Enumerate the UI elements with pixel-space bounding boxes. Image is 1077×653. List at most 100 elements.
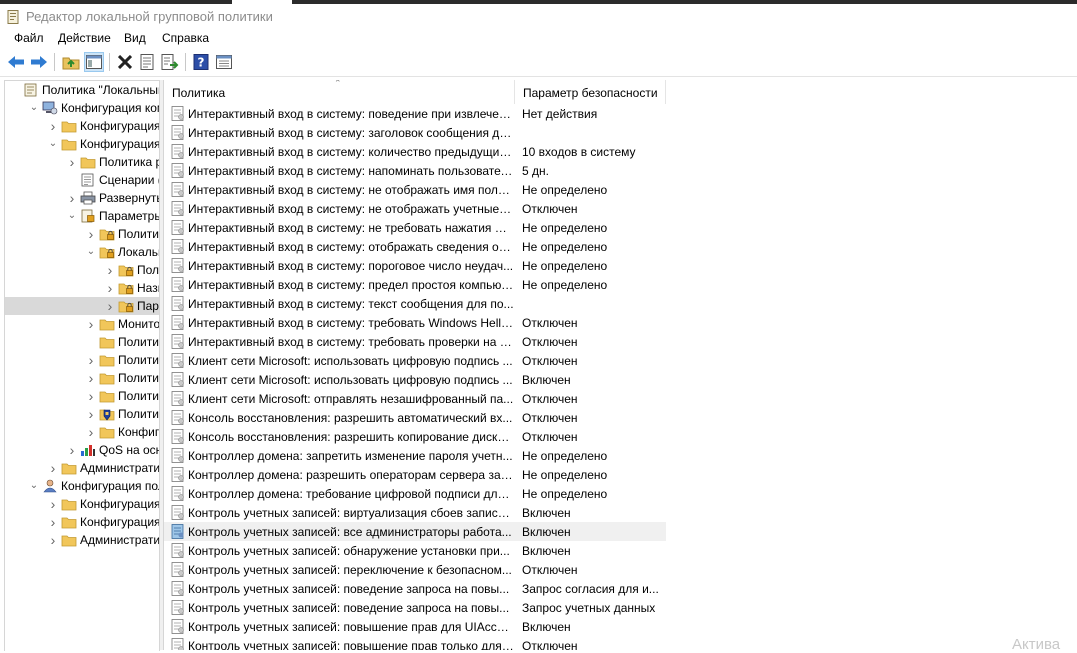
tree-item[interactable]: › QoS на основ [5,441,159,459]
expand-chevron-icon[interactable]: › [85,225,97,243]
tree-item[interactable]: ⌄ Локальны [5,243,159,261]
tree-item[interactable]: › Полит [5,261,159,279]
policy-row[interactable]: Контроль учетных записей: переключение к… [164,560,666,579]
menu-file[interactable]: Файл [14,31,44,45]
expand-chevron-icon[interactable]: › [104,261,116,279]
tree-item[interactable]: Политики [5,333,159,351]
tree-item[interactable]: › Политики [5,225,159,243]
policy-value: Не определено [522,240,608,254]
policy-row[interactable]: Интерактивный вход в систему: напоминать… [164,161,666,180]
policy-row[interactable]: Контроль учетных записей: поведение запр… [164,598,666,617]
policy-row[interactable]: Контроллер домена: запретить изменение п… [164,446,666,465]
column-header-setting[interactable]: Параметр безопасности [515,80,666,104]
expand-chevron-icon[interactable]: › [85,315,97,333]
tree-item[interactable]: › Конфигурация п [5,495,159,513]
expand-chevron-icon[interactable]: › [47,531,59,549]
policy-row[interactable]: Контроль учетных записей: обнаружение ус… [164,541,666,560]
collapse-chevron-icon[interactable]: ⌄ [47,135,59,153]
tree-item-label: Развернутые [99,191,159,205]
tree-item[interactable]: › Развернутые [5,189,159,207]
tree-item[interactable]: › Политики [5,405,159,423]
policy-row[interactable]: Интерактивный вход в систему: не требова… [164,218,666,237]
policy-row[interactable]: Контроль учетных записей: повышение прав… [164,617,666,636]
policy-row[interactable]: Консоль восстановления: разрешить копиро… [164,427,666,446]
expand-chevron-icon[interactable]: › [47,513,59,531]
policy-row[interactable]: Интерактивный вход в систему: требовать … [164,332,666,351]
tree-item[interactable]: › Конфигур [5,423,159,441]
expand-chevron-icon[interactable]: › [85,423,97,441]
expand-chevron-icon[interactable]: › [85,405,97,423]
policy-row[interactable]: Контроль учетных записей: все администра… [164,522,666,541]
expand-chevron-icon[interactable]: › [66,153,78,171]
qos-chart-icon [81,445,95,456]
back-button[interactable] [6,52,26,72]
collapse-chevron-icon[interactable]: ⌄ [66,207,78,225]
column-header-policy[interactable]: ⌃ Политика [164,80,515,104]
policy-row[interactable]: Клиент сети Microsoft: использовать цифр… [164,370,666,389]
policy-row[interactable]: Интерактивный вход в систему: не отображ… [164,199,666,218]
menu-help[interactable]: Справка [162,31,209,45]
expand-chevron-icon[interactable]: › [47,117,59,135]
help-button[interactable]: ? [191,52,211,72]
expand-chevron-icon[interactable]: › [104,279,116,297]
tree-item[interactable]: › Конфигурация W [5,513,159,531]
policy-row[interactable]: Интерактивный вход в систему: поведение … [164,104,666,123]
expand-chevron-icon[interactable]: › [85,351,97,369]
console-tree: Политика "Локальный⌄Конфигурация комп›Ко… [4,80,160,651]
export-list-button[interactable] [160,52,180,72]
menu-view[interactable]: Вид [124,31,146,45]
policy-row[interactable]: Клиент сети Microsoft: использовать цифр… [164,351,666,370]
policy-row[interactable]: Интерактивный вход в систему: текст сооб… [164,294,666,313]
tree-item[interactable]: ⌄ Конфигурация W [5,135,159,153]
collapse-chevron-icon[interactable]: ⌄ [28,99,40,117]
tree-item[interactable]: › Политика раз [5,153,159,171]
policy-row[interactable]: Интерактивный вход в систему: заголовок … [164,123,666,142]
policy-value: Отключен [522,392,578,406]
tree-item[interactable]: › Политики [5,387,159,405]
tree-item[interactable]: Политика "Локальный [5,81,159,99]
policy-row[interactable]: Контроль учетных записей: повышение прав… [164,636,666,650]
tree-item[interactable]: › Конфигурация п [5,117,159,135]
expand-chevron-icon[interactable]: › [66,189,78,207]
policy-row[interactable]: Клиент сети Microsoft: отправлять незаши… [164,389,666,408]
tree-item[interactable]: › Парам [5,297,159,315]
policy-row[interactable]: Интерактивный вход в систему: пороговое … [164,256,666,275]
collapse-chevron-icon[interactable]: ⌄ [28,477,40,495]
tree-item[interactable]: › Политики [5,351,159,369]
policy-row[interactable]: Контроль учетных записей: виртуализация … [164,503,666,522]
tree-item[interactable]: › Административ [5,459,159,477]
forward-button[interactable] [29,52,49,72]
expand-chevron-icon[interactable]: › [47,495,59,513]
tree-item[interactable]: ⌄ Конфигурация поль [5,477,159,495]
tree-item[interactable]: ⌄ Параметры б [5,207,159,225]
expand-chevron-icon[interactable]: › [85,369,97,387]
tree-item[interactable]: ⌄ Конфигурация комп [5,99,159,117]
folder-icon [61,535,77,547]
policy-row[interactable]: Интерактивный вход в систему: отображать… [164,237,666,256]
policy-row[interactable]: Контроль учетных записей: поведение запр… [164,579,666,598]
expand-chevron-icon[interactable]: › [104,297,116,315]
policy-row[interactable]: Интерактивный вход в систему: требовать … [164,313,666,332]
tree-item[interactable]: Сценарии (за [5,171,159,189]
delete-button[interactable] [115,52,135,72]
tree-item[interactable]: › Назна [5,279,159,297]
policy-row[interactable]: Интерактивный вход в систему: количество… [164,142,666,161]
policy-row[interactable]: Контроллер домена: разрешить операторам … [164,465,666,484]
show-hide-tree-button[interactable] [84,52,104,72]
up-folder-button[interactable] [61,52,81,72]
collapse-chevron-icon[interactable]: ⌄ [85,243,97,261]
console-view-button[interactable] [214,52,234,72]
tree-item-label: Конфигурация п [80,497,160,511]
expand-chevron-icon[interactable]: › [47,459,59,477]
tree-item[interactable]: › Административ [5,531,159,549]
menu-action[interactable]: Действие [58,31,111,45]
tree-item[interactable]: › Монитор [5,315,159,333]
policy-row[interactable]: Контроллер домена: требование цифровой п… [164,484,666,503]
policy-row[interactable]: Интерактивный вход в систему: предел про… [164,275,666,294]
tree-item[interactable]: › Политики [5,369,159,387]
expand-chevron-icon[interactable]: › [66,441,78,459]
policy-row[interactable]: Консоль восстановления: разрешить автома… [164,408,666,427]
policy-row[interactable]: Интерактивный вход в систему: не отображ… [164,180,666,199]
expand-chevron-icon[interactable]: › [85,387,97,405]
properties-button[interactable] [137,52,157,72]
